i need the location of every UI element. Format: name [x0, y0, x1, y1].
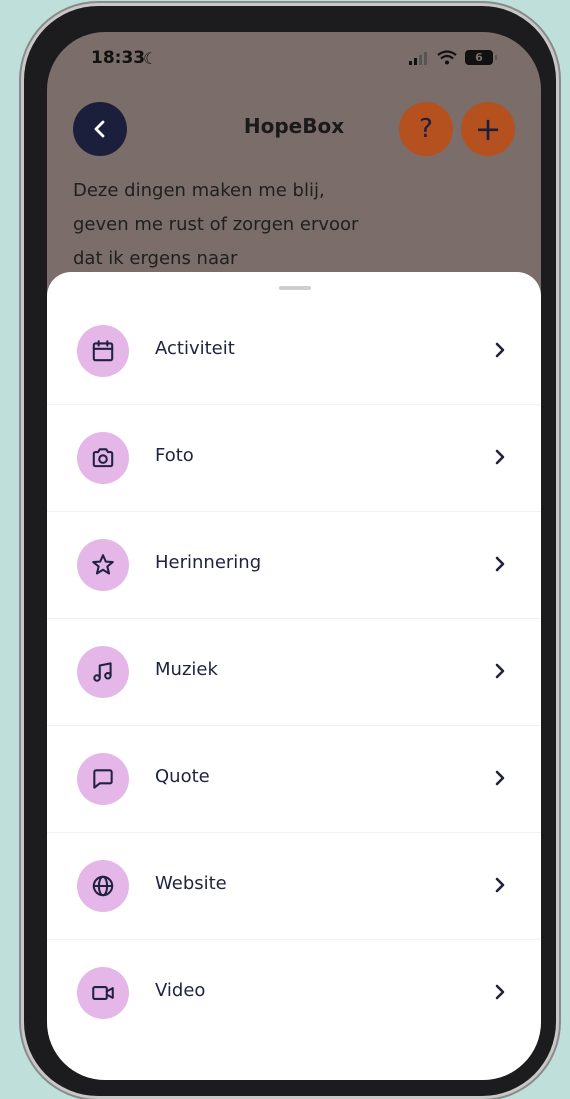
chevron-right-icon — [495, 449, 505, 465]
menu-item-muziek[interactable]: Muziek — [47, 619, 541, 726]
help-button[interactable]: ? — [399, 102, 453, 156]
menu-item-foto[interactable]: Foto — [47, 405, 541, 512]
menu-item-website[interactable]: Website — [47, 833, 541, 940]
add-button[interactable]: + — [461, 102, 515, 156]
calendar-icon — [77, 325, 129, 377]
bottom-sheet: Activiteit Foto Herinnering Muziek Quote… — [47, 272, 541, 1080]
chevron-right-icon — [495, 342, 505, 358]
battery-tip — [495, 55, 497, 60]
status-bar: 18:33 ☾ 6 — [47, 32, 541, 88]
menu-item-activiteit[interactable]: Activiteit — [47, 298, 541, 405]
moon-icon: ☾ — [143, 49, 158, 68]
menu-item-herinnering[interactable]: Herinnering — [47, 512, 541, 619]
battery-level: 6 — [475, 51, 483, 64]
chevron-right-icon — [495, 770, 505, 786]
chevron-right-icon — [495, 984, 505, 1000]
status-icons: 6 — [409, 50, 497, 65]
menu-item-video[interactable]: Video — [47, 940, 541, 1046]
video-camera-icon — [77, 967, 129, 1019]
chevron-right-icon — [495, 877, 505, 893]
intro-text: Deze dingen maken me blij, geven me rust… — [73, 180, 359, 269]
menu-item-label: Quote — [155, 766, 210, 787]
star-icon — [77, 539, 129, 591]
menu-item-label: Activiteit — [155, 338, 235, 359]
menu-item-quote[interactable]: Quote — [47, 726, 541, 833]
sheet-handle[interactable] — [279, 286, 311, 290]
signal-icon — [409, 51, 427, 65]
app-header: HopeBox ? + — [47, 102, 541, 162]
menu-item-label: Video — [155, 980, 206, 1001]
menu-list: Activiteit Foto Herinnering Muziek Quote… — [47, 298, 541, 1046]
menu-item-label: Foto — [155, 445, 194, 466]
globe-icon — [77, 860, 129, 912]
wifi-icon — [437, 50, 457, 65]
music-note-icon — [77, 646, 129, 698]
phone-screen: 18:33 ☾ 6 HopeBox ? + Deze dingen maken … — [47, 32, 541, 1080]
battery-icon: 6 — [465, 50, 497, 65]
menu-item-label: Herinnering — [155, 552, 262, 573]
speech-bubble-icon — [77, 753, 129, 805]
chevron-right-icon — [495, 663, 505, 679]
status-time: 18:33 — [91, 48, 146, 68]
menu-item-label: Website — [155, 873, 227, 894]
chevron-right-icon — [495, 556, 505, 572]
menu-item-label: Muziek — [155, 659, 218, 680]
camera-icon — [77, 432, 129, 484]
